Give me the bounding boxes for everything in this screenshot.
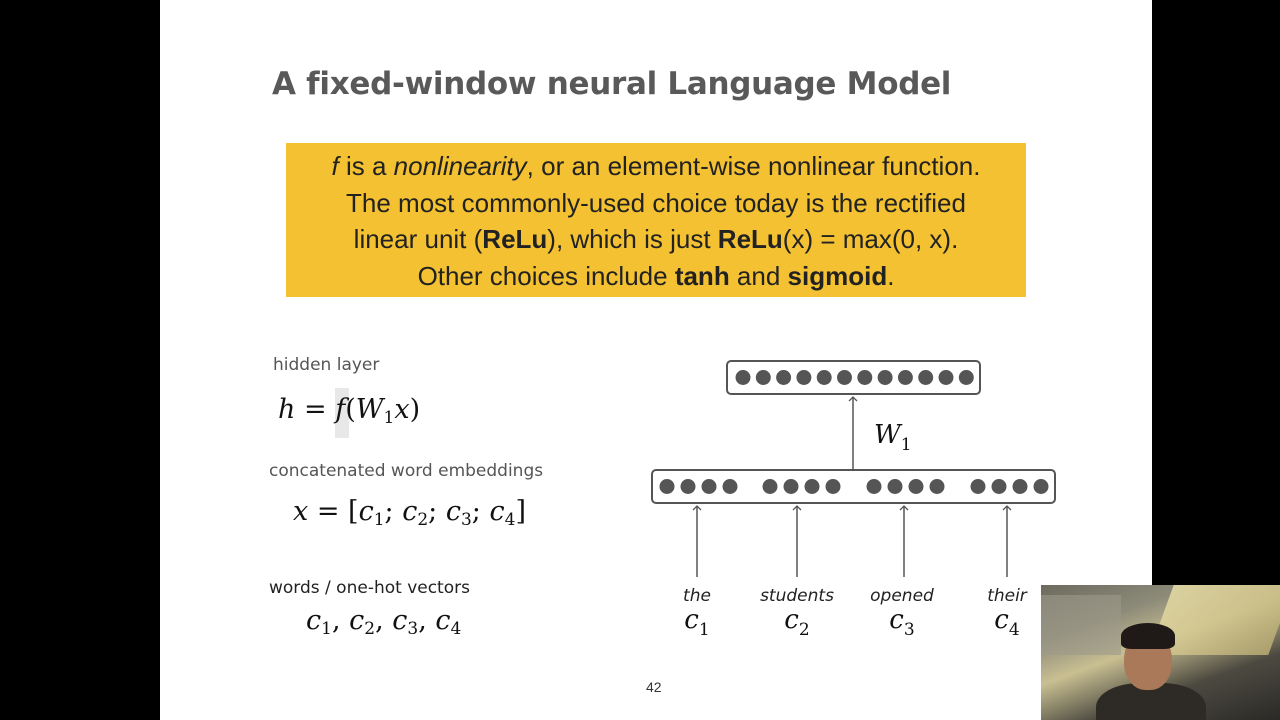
embedding-unit xyxy=(804,479,820,494)
input-word-their: their c4 xyxy=(987,586,1028,640)
input-word-label: students xyxy=(760,586,834,606)
embedding-unit xyxy=(929,479,945,494)
weight-label: W1 xyxy=(874,420,912,455)
input-word-var: c2 xyxy=(784,605,809,640)
hidden-unit xyxy=(776,370,792,385)
hidden-unit xyxy=(816,370,832,385)
input-word-students: students c2 xyxy=(760,586,834,640)
embedding-unit xyxy=(1012,479,1028,494)
embedding-unit xyxy=(825,479,841,494)
hidden-unit xyxy=(918,370,934,385)
presenter-webcam xyxy=(1041,585,1280,720)
page-number: 42 xyxy=(646,679,662,695)
input-word-label: their xyxy=(987,586,1028,606)
hidden-unit xyxy=(755,370,771,385)
embedding-unit xyxy=(680,479,696,494)
hidden-unit xyxy=(857,370,873,385)
input-word-label: the xyxy=(683,586,711,606)
input-word-var: c3 xyxy=(889,605,914,640)
hidden-unit xyxy=(958,370,974,385)
hidden-unit xyxy=(938,370,954,385)
input-word-var: c1 xyxy=(684,605,709,640)
input-arrows xyxy=(692,505,1012,577)
input-word-label: opened xyxy=(870,586,934,606)
hidden-unit xyxy=(837,370,852,385)
hidden-unit xyxy=(796,370,812,385)
embedding-unit xyxy=(887,479,903,494)
hidden-unit xyxy=(735,370,751,385)
embedding-unit xyxy=(908,479,924,494)
input-word-var: c4 xyxy=(994,605,1019,640)
embedding-unit xyxy=(866,479,882,494)
slide: A fixed-window neural Language Model f i… xyxy=(160,0,1152,720)
webcam-background xyxy=(1041,595,1121,655)
embedding-unit xyxy=(783,479,799,494)
embedding-unit xyxy=(701,479,717,494)
embedding-unit xyxy=(722,479,738,494)
embedding-unit xyxy=(970,479,986,494)
input-word-the: the c1 xyxy=(683,586,711,640)
embedding-unit xyxy=(659,479,675,494)
hidden-unit xyxy=(897,370,913,385)
network-diagram: W1 the c1 students c2 opened c3 their c4 xyxy=(651,360,1056,640)
hidden-unit xyxy=(877,370,893,385)
input-word-opened: opened c3 xyxy=(870,586,934,640)
embedding-unit xyxy=(991,479,1007,494)
embedding-unit xyxy=(762,479,778,494)
embedding-unit xyxy=(1033,479,1049,494)
presenter-hair xyxy=(1121,623,1175,649)
